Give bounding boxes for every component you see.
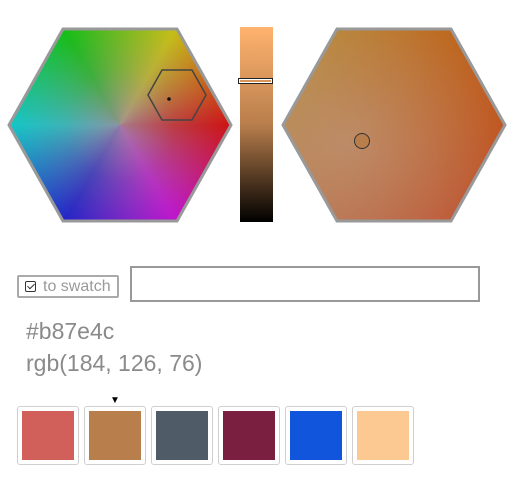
swatch-color <box>89 411 141 460</box>
color-input[interactable] <box>130 266 480 302</box>
to-swatch-button[interactable]: to swatch <box>17 275 119 298</box>
circle-cursor-icon[interactable] <box>354 133 370 149</box>
swatch-color <box>357 411 409 460</box>
swatch-6[interactable] <box>352 406 414 465</box>
hue-hexagon[interactable] <box>0 0 240 240</box>
to-swatch-label: to swatch <box>43 277 111 295</box>
swatch-3[interactable] <box>151 406 213 465</box>
hue-hexagon-fill <box>9 29 231 221</box>
saturation-hexagon[interactable] <box>275 20 515 230</box>
swatch-color <box>223 411 275 460</box>
rgb-readout: rgb(184, 126, 76) <box>26 350 203 376</box>
swatch-color <box>22 411 74 460</box>
swatch-4[interactable] <box>218 406 280 465</box>
swatch-color <box>156 411 208 460</box>
swatch-2[interactable] <box>84 406 146 465</box>
swatch-1[interactable] <box>17 406 79 465</box>
hex-readout: #b87e4c <box>26 318 115 344</box>
lightness-slider-handle[interactable] <box>238 78 273 84</box>
swatch-5[interactable] <box>285 406 347 465</box>
lightness-slider[interactable] <box>240 27 273 222</box>
swatch-color <box>290 411 342 460</box>
selected-swatch-marker-icon: ▼ <box>110 395 120 406</box>
checkbox-checked-icon <box>25 281 36 292</box>
